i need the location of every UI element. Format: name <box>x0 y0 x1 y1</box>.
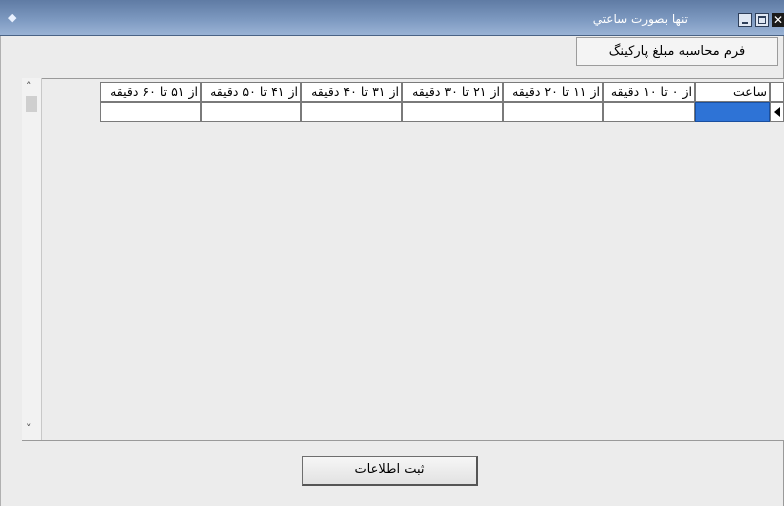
scroll-down-icon[interactable]: ˅ <box>26 422 32 435</box>
submit-button[interactable]: ثبت اطلاعات <box>302 456 478 486</box>
grid-cell-31-40[interactable] <box>301 102 402 122</box>
grid-cell-hour[interactable] <box>695 102 770 122</box>
form-title-button[interactable]: فرم محاسبه مبلغ پارکینگ <box>576 37 778 66</box>
grid-cell-51-60[interactable] <box>100 102 201 122</box>
current-row-indicator-icon[interactable] <box>770 102 784 122</box>
column-header-11-20[interactable]: از ۱۱ تا ۲۰ دقیقه <box>503 82 603 102</box>
vertical-scrollbar[interactable]: ˄ ˅ <box>22 78 42 440</box>
column-header-51-60[interactable]: از ۵۱ تا ۶۰ دقیقه <box>100 82 201 102</box>
app-window: ◆ تنها بصورت ساعتي ✕ فرم محاسبه مبلغ پار… <box>0 0 784 506</box>
grid-cell-0-10[interactable] <box>603 102 695 122</box>
scroll-thumb[interactable] <box>26 96 37 112</box>
column-header-41-50[interactable]: از ۴۱ تا ۵۰ دقیقه <box>201 82 301 102</box>
column-header-0-10[interactable]: از ۰ تا ۱۰ دقیقه <box>603 82 695 102</box>
close-button[interactable]: ✕ <box>772 13 784 27</box>
title-bar[interactable]: ◆ تنها بصورت ساعتي ✕ <box>0 0 784 36</box>
column-header-hour[interactable]: ساعت <box>695 82 770 102</box>
data-grid[interactable] <box>22 78 784 440</box>
footer-divider <box>22 440 784 441</box>
grid-cell-11-20[interactable] <box>503 102 603 122</box>
scroll-up-icon[interactable]: ˄ <box>26 80 32 93</box>
grid-cell-21-30[interactable] <box>402 102 503 122</box>
window-title: تنها بصورت ساعتي <box>592 12 688 26</box>
column-header-21-30[interactable]: از ۲۱ تا ۳۰ دقیقه <box>402 82 503 102</box>
row-header-corner <box>770 82 784 102</box>
window-left-edge <box>0 36 8 506</box>
maximize-button[interactable] <box>755 13 769 27</box>
column-header-31-40[interactable]: از ۳۱ تا ۴۰ دقیقه <box>301 82 402 102</box>
diamond-icon: ◆ <box>8 11 17 24</box>
grid-cell-41-50[interactable] <box>201 102 301 122</box>
minimize-button[interactable] <box>738 13 752 27</box>
